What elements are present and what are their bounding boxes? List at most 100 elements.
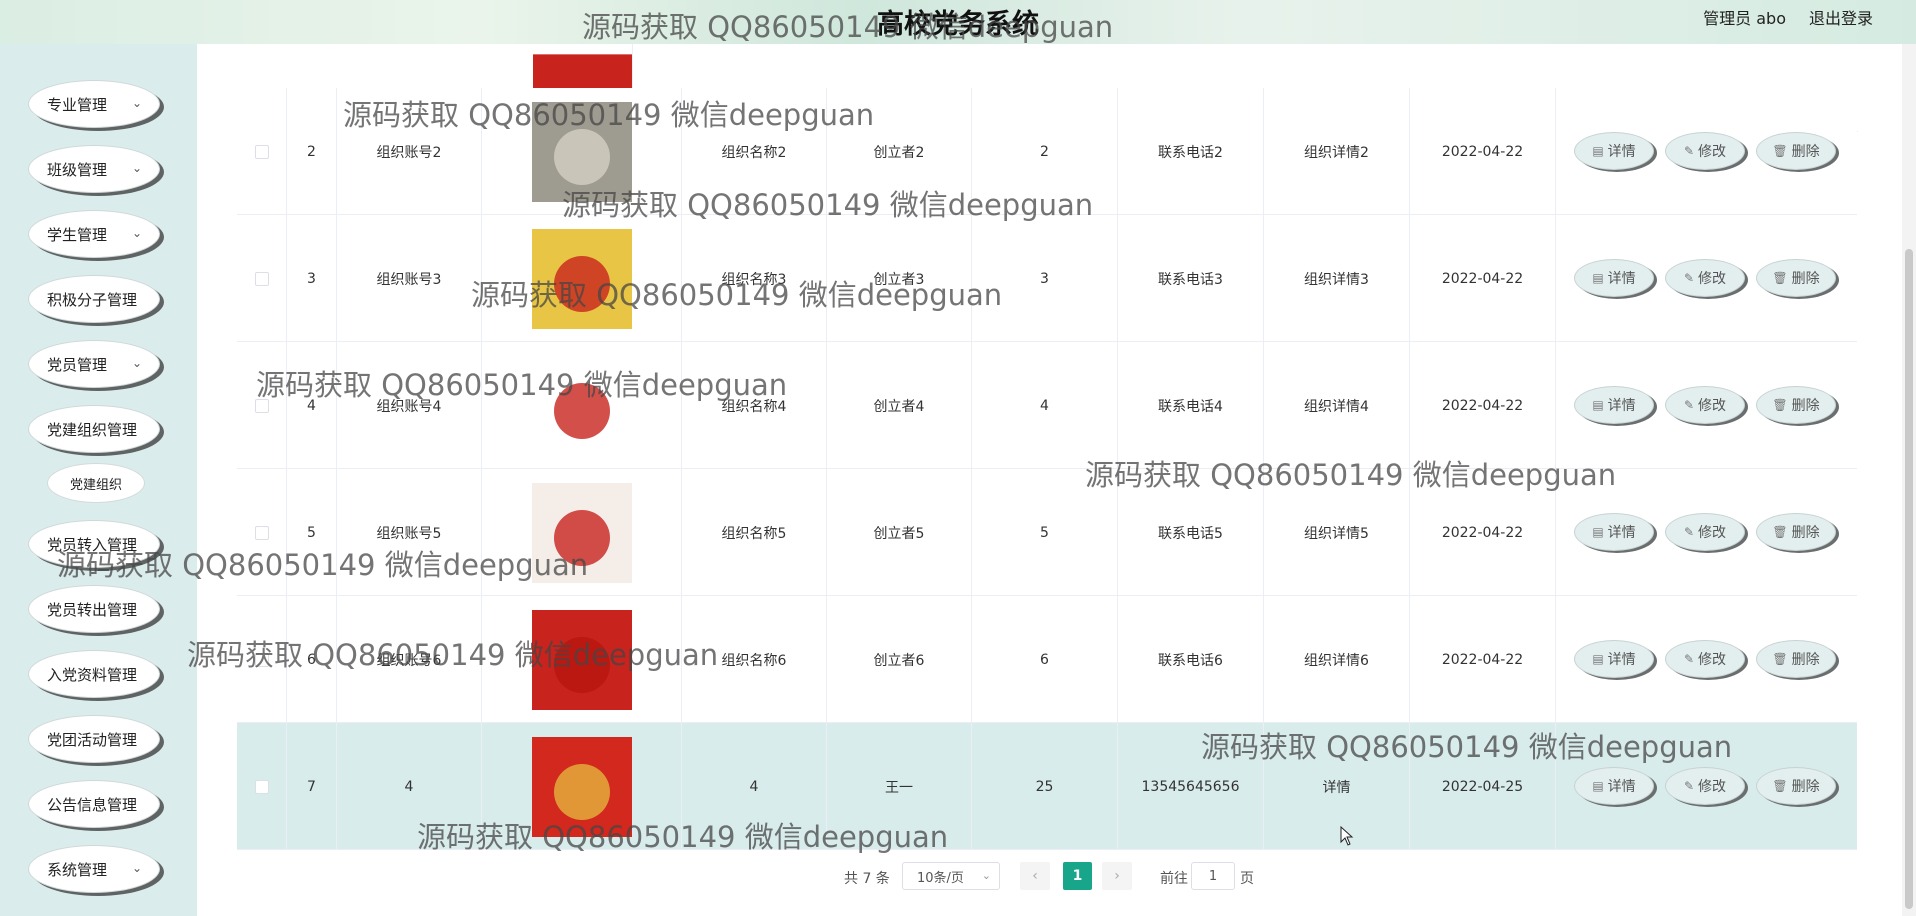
cell-phone: 联系电话4 [1118, 342, 1264, 469]
header: 高校党务系统 管理员 abo 退出登录 [0, 0, 1916, 44]
cell-index: 7 [287, 723, 337, 850]
row-checkbox[interactable] [254, 271, 269, 286]
page-number-current[interactable]: 1 [1063, 862, 1092, 890]
detail-button[interactable]: ▤ 详情 [1574, 132, 1654, 170]
cell-actions: ▤ 详情 ✎ 修改 🗑 删除 [1556, 596, 1857, 723]
cell-date: 2022-04-22 [1410, 215, 1556, 342]
delete-button-label: 删除 [1791, 525, 1820, 541]
edit-button[interactable]: ✎ 修改 [1665, 640, 1745, 678]
sidebar-item-notice[interactable]: 公告信息管理 [28, 780, 160, 828]
table-row: 2 组织账号2 组织名称2 创立者2 2 联系电话2 组织详情2 2022-04-22 ▤ 详情 ✎… [237, 88, 1857, 215]
org-thumbnail [531, 101, 632, 202]
cell-creator: 创立者4 [827, 342, 972, 469]
org-thumbnail [531, 482, 632, 583]
chevron-down-icon: ⌄ [131, 161, 143, 175]
delete-button[interactable]: 🗑 删除 [1756, 386, 1836, 424]
submenu-item-party-org[interactable]: 党建组织 [47, 463, 145, 503]
row-checkbox[interactable] [254, 398, 269, 413]
cell-account: 组织账号4 [337, 342, 482, 469]
goto-page-input[interactable] [1191, 862, 1235, 890]
cell-detail: 组织详情3 [1264, 215, 1410, 342]
sidebar-item-transfer-in[interactable]: 党员转入管理 [28, 520, 160, 568]
cell-name: 组织名称4 [682, 342, 827, 469]
cell-name: 组织名称6 [682, 596, 827, 723]
logout-link[interactable]: 退出登录 [1809, 5, 1873, 29]
sidebar-item-activity[interactable]: 党团活动管理 [28, 715, 160, 763]
sidebar-item-party-org[interactable]: 党建组织管理 [28, 405, 160, 453]
mouse-cursor-icon [1340, 826, 1354, 846]
delete-button-label: 删除 [1791, 779, 1820, 795]
cell-count: 5 [972, 469, 1118, 596]
detail-button[interactable]: ▤ 详情 [1574, 513, 1654, 551]
cell-account: 组织账号2 [337, 88, 482, 215]
org-thumbnail [531, 609, 632, 710]
cell-name: 组织名称5 [682, 469, 827, 596]
cell-detail: 组织详情4 [1264, 342, 1410, 469]
row-checkbox[interactable] [254, 144, 269, 159]
detail-button[interactable]: ▤ 详情 [1574, 259, 1654, 297]
cell-checkbox [237, 469, 287, 596]
row-checkbox[interactable] [254, 525, 269, 540]
scrollbar-thumb[interactable] [1905, 249, 1913, 909]
page-size-select[interactable]: 10条/页 ⌄ [902, 862, 1000, 890]
pencil-icon: ✎ [1683, 652, 1695, 666]
cell-creator: 创立者6 [827, 596, 972, 723]
sidebar-item-transfer-out[interactable]: 党员转出管理 [28, 585, 160, 633]
org-thumbnail [531, 228, 632, 329]
table-row: 7 4 4 王一 25 13545645656 详情 2022-04-25 ▤ 详情 ✎ 修改 🗑 删除 [237, 723, 1857, 850]
document-icon: ▤ [1592, 779, 1604, 793]
sidebar-item-application[interactable]: 入党资料管理 [28, 650, 160, 698]
edit-button-label: 修改 [1698, 398, 1727, 414]
cell-count: 6 [972, 596, 1118, 723]
trash-icon: 🗑 [1772, 271, 1788, 285]
delete-button[interactable]: 🗑 删除 [1756, 640, 1836, 678]
detail-button[interactable]: ▤ 详情 [1574, 386, 1654, 424]
cell-image [482, 469, 682, 596]
sidebar-item-major[interactable]: 专业管理 ⌄ [28, 80, 160, 128]
edit-button[interactable]: ✎ 修改 [1665, 259, 1745, 297]
delete-button[interactable]: 🗑 删除 [1756, 259, 1836, 297]
row-checkbox[interactable] [254, 652, 269, 667]
sidebar: 专业管理 ⌄ 班级管理 ⌄ 学生管理 ⌄ 积极分子管理 党员管理 ⌄ 党建组织管… [0, 0, 197, 916]
trash-icon: 🗑 [1772, 144, 1788, 158]
trash-icon: 🗑 [1772, 652, 1788, 666]
sidebar-item-class[interactable]: 班级管理 ⌄ [28, 145, 160, 193]
app-title: 高校党务系统 [877, 9, 1039, 40]
cell-creator: 王一 [827, 723, 972, 850]
cell-image [482, 342, 682, 469]
detail-button-label: 详情 [1607, 271, 1636, 287]
detail-button[interactable]: ▤ 详情 [1574, 767, 1654, 805]
cell-index: 2 [287, 88, 337, 215]
cell-date: 2022-04-25 [1410, 723, 1556, 850]
edit-button[interactable]: ✎ 修改 [1665, 513, 1745, 551]
next-page-button[interactable]: › [1102, 862, 1132, 890]
cell-name: 组织名称3 [682, 215, 827, 342]
delete-button[interactable]: 🗑 删除 [1756, 767, 1836, 805]
detail-button-label: 详情 [1607, 525, 1636, 541]
pagination: 共 7 条 10条/页 ⌄ ‹ 1 › 前往 页 [0, 862, 1916, 892]
cell-date: 2022-04-22 [1410, 342, 1556, 469]
edit-button-label: 修改 [1698, 271, 1727, 287]
cell-index: 6 [287, 596, 337, 723]
row-checkbox[interactable] [254, 779, 269, 794]
sidebar-item-activist[interactable]: 积极分子管理 [28, 275, 160, 323]
delete-button-label: 删除 [1791, 144, 1820, 160]
scrollbar[interactable] [1902, 44, 1916, 916]
cell-name: 4 [682, 723, 827, 850]
edit-button[interactable]: ✎ 修改 [1665, 767, 1745, 805]
detail-button[interactable]: ▤ 详情 [1574, 640, 1654, 678]
sidebar-item-student[interactable]: 学生管理 ⌄ [28, 210, 160, 258]
edit-button[interactable]: ✎ 修改 [1665, 132, 1745, 170]
delete-button[interactable]: 🗑 删除 [1756, 132, 1836, 170]
edit-button[interactable]: ✎ 修改 [1665, 386, 1745, 424]
document-icon: ▤ [1592, 525, 1604, 539]
cell-checkbox [237, 342, 287, 469]
document-icon: ▤ [1592, 271, 1604, 285]
total-count: 共 7 条 [844, 871, 890, 887]
delete-button[interactable]: 🗑 删除 [1756, 513, 1836, 551]
cell-image [482, 723, 682, 850]
table-row: 4 组织账号4 组织名称4 创立者4 4 联系电话4 组织详情4 2022-04-22 ▤ 详情 ✎… [237, 342, 1857, 469]
sidebar-item-member[interactable]: 党员管理 ⌄ [28, 340, 160, 388]
prev-page-button[interactable]: ‹ [1020, 862, 1050, 890]
cell-name: 组织名称2 [682, 88, 827, 215]
